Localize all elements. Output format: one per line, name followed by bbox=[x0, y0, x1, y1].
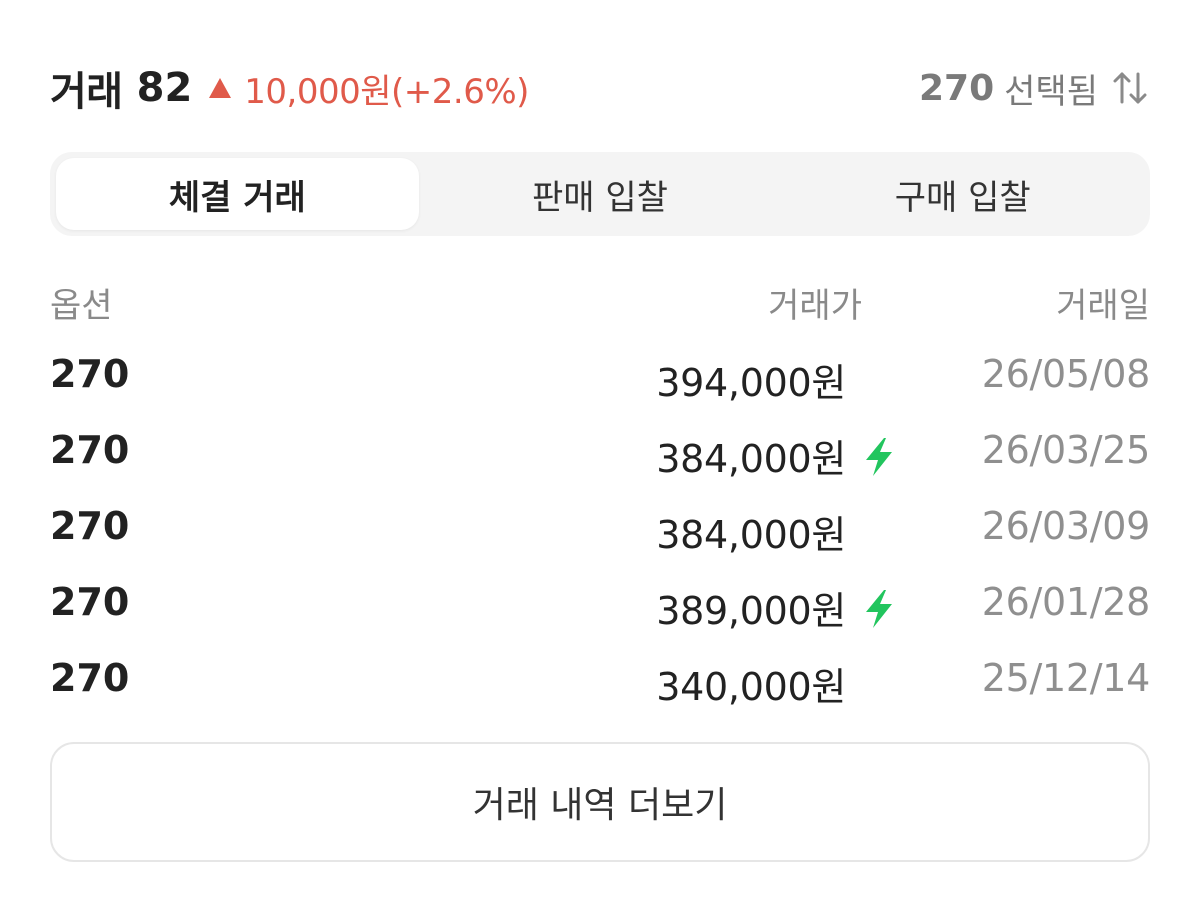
table-row: 270 389,000원 26/01/28 bbox=[50, 560, 1150, 636]
row-date: 25/12/14 bbox=[981, 656, 1151, 700]
row-option: 270 bbox=[50, 580, 130, 624]
table-row: 270 384,000원 26/03/25 bbox=[50, 408, 1150, 484]
table-row: 270 340,000원 25/12/14 bbox=[50, 636, 1150, 712]
selected-label: 선택됨 bbox=[1004, 71, 1098, 112]
lightning-bolt-icon bbox=[866, 438, 892, 476]
trade-tabs: 체결 거래 판매 입찰 구매 입찰 bbox=[50, 152, 1150, 236]
selected-size: 270 bbox=[919, 67, 995, 109]
row-date: 26/03/25 bbox=[981, 428, 1151, 472]
row-price: 340,000원 bbox=[656, 665, 846, 709]
sort-arrows-icon bbox=[1113, 72, 1147, 104]
trade-count: 82 bbox=[136, 65, 193, 111]
row-date: 26/03/09 bbox=[981, 504, 1151, 548]
row-date: 26/05/08 bbox=[981, 352, 1151, 396]
row-price: 384,000원 bbox=[656, 513, 846, 557]
table-row: 270 384,000원 26/03/09 bbox=[50, 484, 1150, 560]
lightning-bolt-icon bbox=[866, 590, 892, 628]
triangle-up-icon bbox=[209, 78, 232, 98]
row-date: 26/01/28 bbox=[981, 580, 1151, 624]
view-more-trades-button[interactable]: 거래 내역 더보기 bbox=[50, 742, 1150, 862]
size-selector[interactable]: 270 선택됨 bbox=[919, 56, 1150, 120]
tab-executed-trades[interactable]: 체결 거래 bbox=[56, 158, 419, 230]
tab-sell-bids[interactable]: 판매 입찰 bbox=[419, 158, 782, 230]
trade-header: 거래 82 10,000원(+2.6%) 270 선택됨 bbox=[50, 56, 1150, 120]
column-date: 거래일 bbox=[1056, 286, 1150, 326]
trade-table: 옵션 거래가 거래일 270 394,000원 26/05/08 270 384… bbox=[50, 268, 1150, 712]
column-price: 거래가 bbox=[768, 286, 862, 326]
row-price: 389,000원 bbox=[656, 589, 846, 633]
row-price: 394,000원 bbox=[656, 361, 846, 405]
trade-summary: 거래 82 10,000원(+2.6%) bbox=[50, 56, 529, 120]
table-row: 270 394,000원 26/05/08 bbox=[50, 332, 1150, 408]
row-option: 270 bbox=[50, 504, 130, 548]
row-option: 270 bbox=[50, 428, 130, 472]
page-title: 거래 bbox=[50, 69, 123, 115]
row-option: 270 bbox=[50, 656, 130, 700]
tab-buy-bids[interactable]: 구매 입찰 bbox=[781, 158, 1144, 230]
column-option: 옵션 bbox=[50, 286, 113, 326]
table-header: 옵션 거래가 거래일 bbox=[50, 268, 1150, 332]
price-change: 10,000원(+2.6%) bbox=[244, 71, 529, 112]
row-price: 384,000원 bbox=[656, 437, 846, 481]
row-option: 270 bbox=[50, 352, 130, 396]
